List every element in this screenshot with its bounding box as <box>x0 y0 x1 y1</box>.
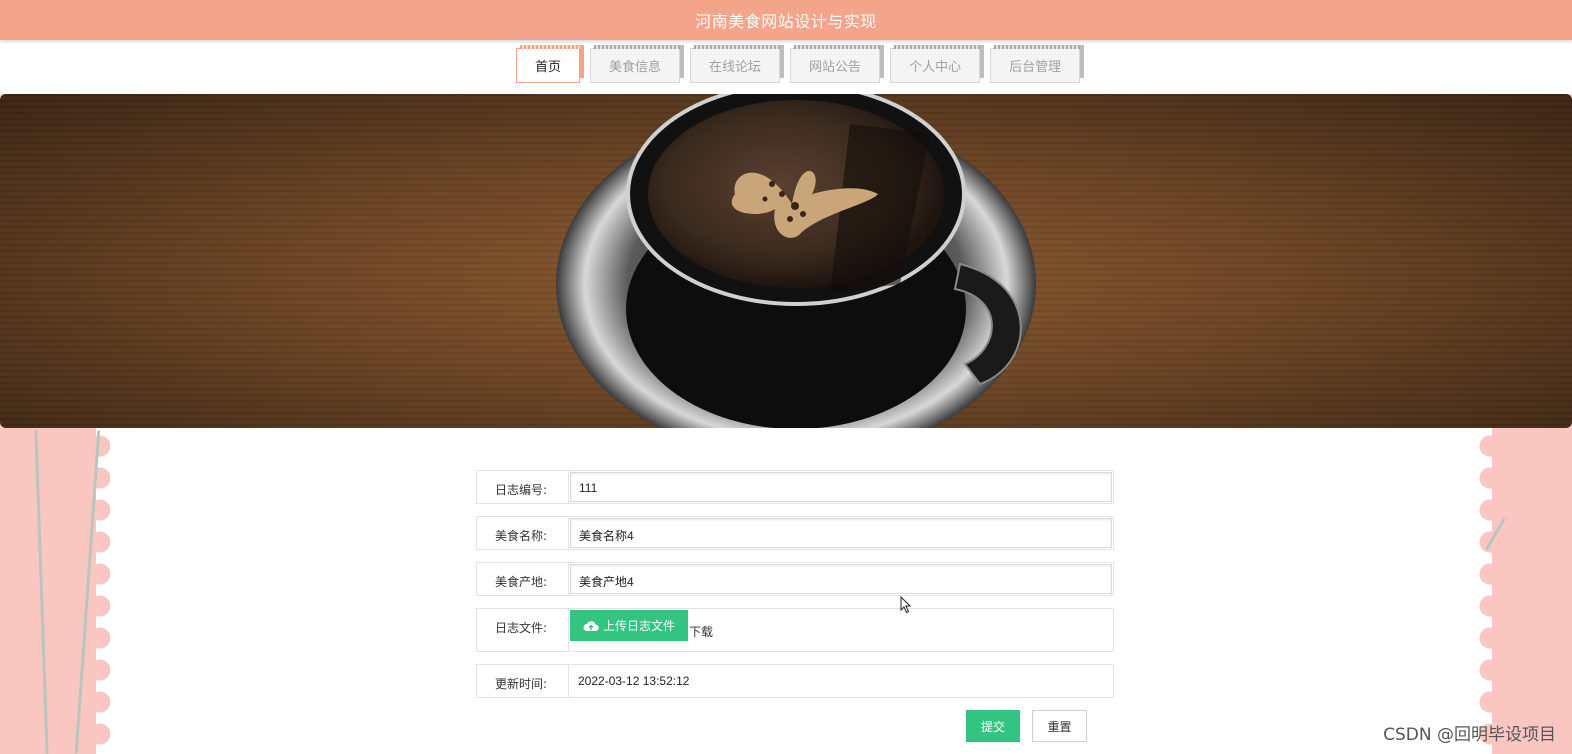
nav-tab-label: 美食信息 <box>609 60 662 75</box>
download-link[interactable]: 下载 <box>689 623 713 640</box>
nav-tab-label: 首页 <box>535 60 562 75</box>
nav-tab-label: 个人中心 <box>909 60 962 75</box>
form-row-log-number: 日志编号: 111 <box>476 470 1114 504</box>
nav-tab-announcements[interactable]: 网站公告 <box>790 45 885 83</box>
food-name-input[interactable]: 美食名称4 <box>570 518 1112 548</box>
nav-tabs: 首页 美食信息 在线论坛 网站公告 个人中心 后台管理 <box>516 45 1085 84</box>
form-row-food-name: 美食名称: 美食名称4 <box>476 516 1114 550</box>
nav-tab-personal-center[interactable]: 个人中心 <box>890 45 985 83</box>
nav-tab-label: 在线论坛 <box>709 60 762 75</box>
mouse-cursor-icon <box>900 596 912 614</box>
log-number-label: 日志编号: <box>477 471 569 503</box>
log-file-label: 日志文件: <box>477 609 569 651</box>
nav-tab-food-info[interactable]: 美食信息 <box>590 45 685 83</box>
cloud-upload-icon <box>583 620 599 631</box>
nav-bar: 首页 美食信息 在线论坛 网站公告 个人中心 后台管理 <box>0 40 1572 94</box>
log-number-input[interactable]: 111 <box>570 472 1112 502</box>
banner-image <box>0 94 1572 428</box>
nav-tab-admin[interactable]: 后台管理 <box>990 45 1085 83</box>
scallop-right-decoration <box>1478 430 1496 754</box>
form-row-log-file: 日志文件: 上传日志文件 下载 <box>476 608 1114 652</box>
top-header-bar: 河南美食网站设计与实现 <box>0 0 1572 40</box>
food-origin-input[interactable]: 美食产地4 <box>570 564 1112 594</box>
nav-tab-home[interactable]: 首页 <box>516 45 585 83</box>
upload-button-label: 上传日志文件 <box>602 619 675 633</box>
nav-tab-forum[interactable]: 在线论坛 <box>690 45 785 83</box>
nav-tab-label: 网站公告 <box>809 60 862 75</box>
update-time-label: 更新时间: <box>477 665 569 697</box>
watermark-text: CSDN @回明毕设项目 <box>1383 725 1556 745</box>
nav-tab-label: 后台管理 <box>1009 60 1062 75</box>
form-row-food-origin: 美食产地: 美食产地4 <box>476 562 1114 596</box>
update-time-input[interactable]: 2022-03-12 13:52:12 <box>570 666 1112 696</box>
form-row-update-time: 更新时间: 2022-03-12 13:52:12 <box>476 664 1114 698</box>
upload-log-file-button[interactable]: 上传日志文件 <box>570 610 688 641</box>
reset-button[interactable]: 重置 <box>1032 710 1087 742</box>
coffee-cup-illustration <box>556 94 1036 428</box>
site-title: 河南美食网站设计与实现 <box>695 12 877 31</box>
submit-button[interactable]: 提交 <box>966 710 1020 742</box>
food-origin-label: 美食产地: <box>477 563 569 595</box>
food-name-label: 美食名称: <box>477 517 569 549</box>
